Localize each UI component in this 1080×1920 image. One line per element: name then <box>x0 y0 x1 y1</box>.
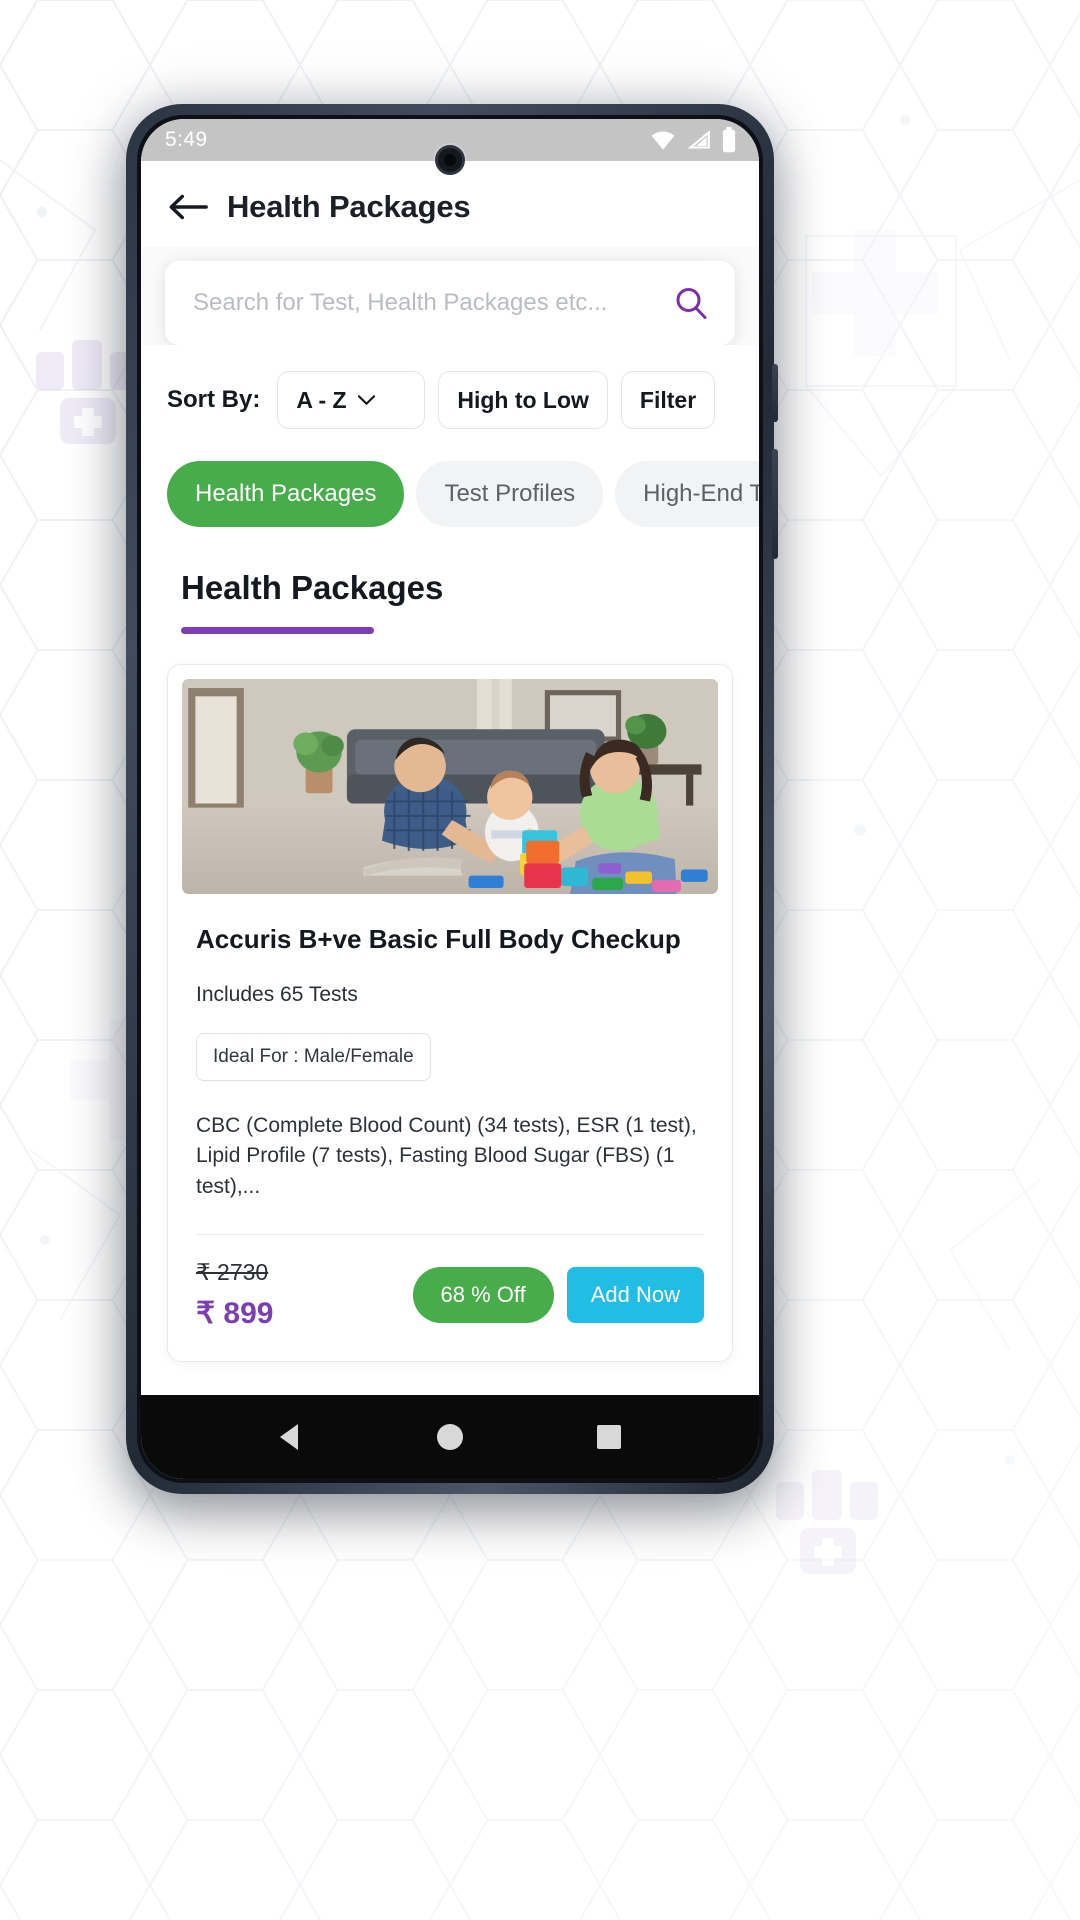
nav-back-icon[interactable] <box>274 1420 308 1454</box>
android-nav-bar <box>141 1395 759 1479</box>
sort-option-a-z-label: A - Z <box>296 386 347 413</box>
page-title: Health Packages <box>227 189 471 224</box>
add-now-button[interactable]: Add Now <box>566 1267 704 1324</box>
search-icon[interactable] <box>673 285 709 321</box>
phone-power-button[interactable] <box>772 449 778 559</box>
filter-button-label: Filter <box>639 386 697 413</box>
price-row: ₹ 2730 ₹ 899 68 % Off Add Now <box>196 1259 704 1337</box>
wifi-icon <box>651 131 675 150</box>
back-arrow-icon[interactable] <box>167 192 209 222</box>
sort-option-high-to-low-label: High to Low <box>457 386 589 413</box>
package-description: CBC (Complete Blood Count) (34 tests), E… <box>196 1114 697 1198</box>
package-image <box>182 679 718 894</box>
tab-health-packages[interactable]: Health Packages <box>167 461 405 527</box>
signal-icon <box>687 130 710 149</box>
discount-badge[interactable]: 68 % Off <box>412 1267 554 1324</box>
status-icons <box>649 127 737 153</box>
chevron-down-icon <box>357 395 375 405</box>
category-tabs: Health Packages Test Profiles High-End T… <box>141 429 759 527</box>
sort-option-a-z[interactable]: A - Z <box>277 371 426 429</box>
filter-button[interactable]: Filter <box>620 371 716 429</box>
card-actions: 68 % Off Add Now <box>412 1267 704 1324</box>
tab-health-packages-label: Health Packages <box>195 480 377 507</box>
price-current: ₹ 899 <box>196 1297 274 1331</box>
package-ideal-for: Ideal For : Male/Female <box>196 1033 431 1081</box>
section-header: Health Packages <box>141 527 759 634</box>
status-time: 5:49 <box>165 128 208 151</box>
sort-row: Sort By: A - Z High to Low Filter <box>141 345 759 429</box>
price-block: ₹ 2730 ₹ 899 <box>196 1259 273 1331</box>
package-list: Accuris B+ve Basic Full Body Checkup Inc… <box>141 634 759 1363</box>
nav-home-icon[interactable] <box>433 1420 467 1454</box>
phone-screen: 5:49 Health Packages Search for Test, He… <box>141 119 759 1479</box>
section-title: Health Packages <box>181 569 444 606</box>
main-content: Sort By: A - Z High to Low Filter <box>141 247 759 1395</box>
phone-volume-button[interactable] <box>772 364 778 422</box>
card-divider <box>196 1234 704 1236</box>
section-underline <box>181 627 374 634</box>
phone-frame: 5:49 Health Packages Search for Test, He… <box>126 104 778 1494</box>
package-includes: Includes 65 Tests <box>196 983 358 1006</box>
nav-recents-icon[interactable] <box>592 1420 626 1454</box>
tab-high-end-test[interactable]: High-End Test <box>615 461 759 527</box>
tab-test-profiles[interactable]: Test Profiles <box>416 461 604 527</box>
phone-bezel: 5:49 Health Packages Search for Test, He… <box>137 115 763 1483</box>
package-card-body: Accuris B+ve Basic Full Body Checkup Inc… <box>182 894 718 1361</box>
price-original: ₹ 2730 <box>196 1259 269 1286</box>
sort-option-high-to-low[interactable]: High to Low <box>438 371 608 429</box>
package-card[interactable]: Accuris B+ve Basic Full Body Checkup Inc… <box>167 664 733 1363</box>
tab-high-end-test-label: High-End Test <box>643 480 759 507</box>
package-title: Accuris B+ve Basic Full Body Checkup <box>196 924 681 954</box>
sort-by-label: Sort By: <box>167 386 261 413</box>
search-input[interactable] <box>193 289 663 317</box>
tab-test-profiles-label: Test Profiles <box>444 480 576 507</box>
search-section <box>141 247 759 345</box>
front-camera <box>435 145 465 175</box>
battery-icon <box>722 127 736 153</box>
search-box[interactable] <box>165 261 735 345</box>
